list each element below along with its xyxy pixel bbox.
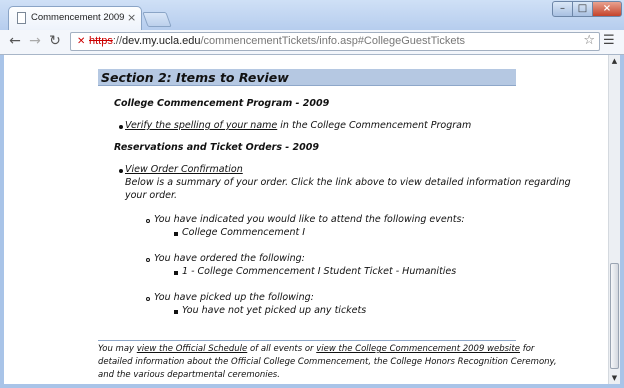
bullet [119, 169, 123, 173]
footer-line-3: and the various departmental ceremonies. [98, 370, 280, 380]
reservations-heading: Reservations and Ticket Orders - 2009 [114, 142, 319, 153]
program-heading: College Commencement Program - 2009 [114, 98, 330, 109]
insecure-lock-icon: ✕ [77, 36, 86, 47]
scroll-up-icon[interactable]: ▲ [609, 55, 620, 67]
maximize-icon[interactable]: □ [572, 1, 593, 17]
ordered-label: You have ordered the following: [154, 253, 305, 264]
divider [98, 340, 516, 341]
new-tab-button[interactable] [142, 12, 172, 27]
footer-mid: of all events or [247, 344, 317, 354]
vertical-scrollbar[interactable]: ▲ ▼ [608, 55, 620, 384]
footer-line-1: You may view the Official Schedule of al… [98, 344, 534, 354]
back-icon[interactable]: ← [6, 32, 24, 50]
bullet [174, 271, 178, 275]
summary-line-2: your order. [125, 190, 178, 201]
verify-rest-text: in the College Commencement Program [277, 120, 472, 131]
ordered-item: 1 - College Commencement I Student Ticke… [182, 266, 457, 277]
tab-title: Commencement 2009 [31, 12, 125, 23]
scroll-down-icon[interactable]: ▼ [609, 372, 620, 384]
footer-pre: You may [98, 344, 137, 354]
title-bar: Commencement 2009 × – □ × [0, 0, 624, 30]
bookmark-star-icon[interactable]: ☆ [583, 33, 595, 48]
page-content: Section 2: Items to Review College Comme… [4, 55, 608, 384]
minimize-icon[interactable]: – [552, 1, 573, 17]
bullet [174, 232, 178, 236]
page-viewport: Section 2: Items to Review College Comme… [4, 55, 608, 384]
picked-item: You have not yet picked up any tickets [182, 305, 367, 316]
bullet [146, 219, 150, 223]
bullet [146, 258, 150, 262]
page-icon [17, 12, 26, 24]
close-window-icon[interactable]: × [592, 1, 622, 17]
bullet [146, 297, 150, 301]
footer-line-2: detailed information about the Official … [98, 357, 557, 367]
view-order-item: View Order Confirmation [125, 164, 243, 175]
forward-icon[interactable]: → [26, 32, 44, 50]
official-schedule-link[interactable]: view the Official Schedule [137, 344, 247, 354]
navigation-toolbar: ← → ↻ ✕ https://dev.my.ucla.edu/commence… [0, 30, 624, 55]
reload-icon[interactable]: ↻ [46, 32, 64, 50]
browser-tab[interactable]: Commencement 2009 × [8, 6, 142, 30]
events-item: College Commencement I [182, 227, 306, 238]
bullet [174, 310, 178, 314]
view-order-link[interactable]: View Order Confirmation [125, 164, 243, 175]
section-title: Section 2: Items to Review [98, 69, 516, 86]
verify-name-link[interactable]: Verify the spelling of your name [125, 120, 277, 131]
url-separator: :// [112, 35, 123, 47]
url-path: /commencementTickets/info.asp#CollegeGue… [200, 35, 466, 47]
footer-post: for [520, 344, 535, 354]
events-label: You have indicated you would like to att… [154, 214, 465, 225]
scroll-thumb[interactable] [610, 263, 619, 369]
picked-label: You have picked up the following: [154, 292, 314, 303]
url-host: dev.my.ucla.edu [122, 35, 201, 47]
commencement-website-link[interactable]: view the College Commencement 2009 websi… [316, 344, 520, 354]
menu-icon[interactable]: ☰ [603, 33, 615, 48]
url-text[interactable]: https://dev.my.ucla.edu/commencementTick… [89, 35, 465, 47]
verify-item: Verify the spelling of your name in the … [125, 120, 471, 131]
url-scheme: https [89, 35, 113, 47]
browser-window: Commencement 2009 × – □ × ← → ↻ ✕ https:… [0, 0, 624, 388]
summary-line-1: Below is a summary of your order. Click … [125, 177, 571, 188]
bullet [119, 125, 123, 129]
close-tab-icon[interactable]: × [127, 11, 136, 24]
address-bar[interactable]: ✕ https://dev.my.ucla.edu/commencementTi… [70, 32, 600, 51]
